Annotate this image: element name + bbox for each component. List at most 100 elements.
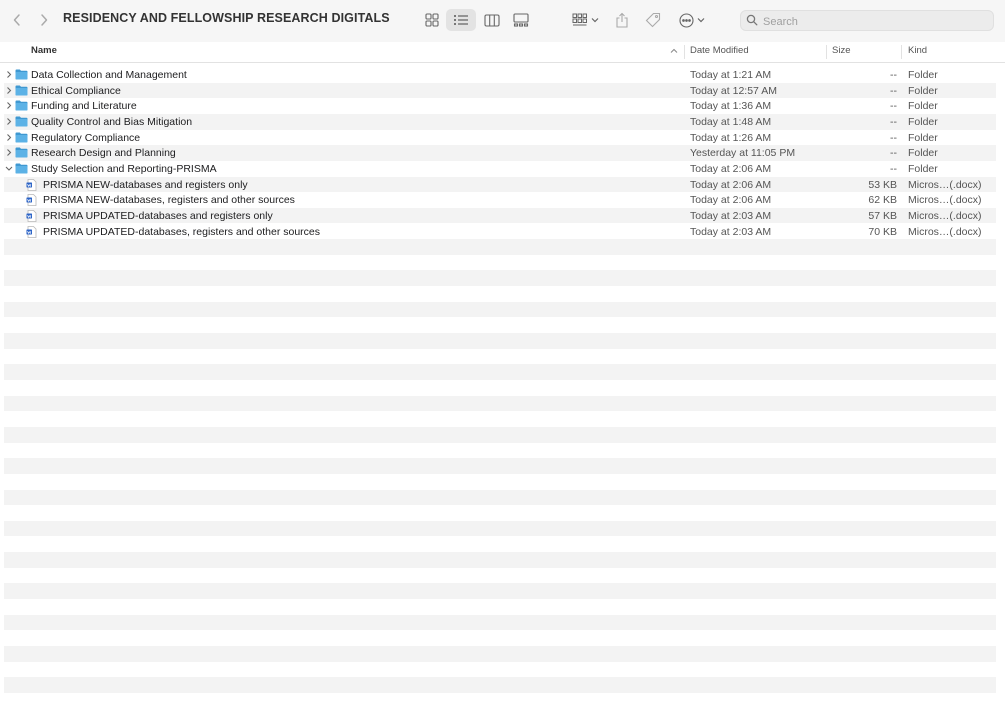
file-name: Ethical Compliance (31, 84, 121, 97)
folder-icon (15, 163, 28, 174)
file-kind: Micros…(.docx) (908, 194, 982, 207)
disclosure-triangle-icon[interactable] (5, 86, 13, 95)
file-size: 62 KB (868, 194, 897, 207)
folder-row[interactable]: Data Collection and Management Today at 1… (4, 67, 996, 83)
grid-icon (425, 13, 439, 27)
columns-icon (484, 13, 500, 27)
word-document-icon (26, 225, 37, 238)
gallery-icon (513, 13, 529, 27)
file-size: -- (890, 84, 897, 97)
forward-button[interactable] (34, 10, 54, 30)
folder-icon (15, 132, 28, 143)
folder-row[interactable]: Funding and Literature Today at 1:36 AM --… (4, 98, 996, 114)
file-kind: Folder (908, 131, 938, 144)
column-separator[interactable] (826, 45, 827, 59)
folder-icon (15, 147, 28, 158)
empty-row-stripe (4, 520, 996, 537)
empty-row-stripe (4, 552, 996, 568)
disclosure-triangle-icon[interactable] (5, 70, 13, 79)
folder-row[interactable]: Quality Control and Bias Mitigation Today… (4, 113, 996, 130)
file-name: PRISMA UPDATED-databases and registers o… (43, 209, 273, 222)
ellipsis-circle-icon (679, 12, 694, 28)
tag-icon (645, 12, 661, 28)
column-header: Name Date Modified Size Kind (0, 42, 1005, 63)
date-modified: Today at 2:06 AM (690, 194, 772, 207)
column-header-kind[interactable]: Kind (908, 45, 927, 56)
folder-row[interactable]: Research Design and Planning Yesterday at… (4, 145, 996, 161)
chevron-down-icon (697, 18, 705, 23)
share-icon (616, 12, 628, 28)
back-button[interactable] (7, 10, 27, 30)
icon-view-button[interactable] (420, 9, 444, 31)
folder-row[interactable]: Ethical Compliance Today at 12:57 AM -- Fol… (4, 82, 996, 99)
file-size: -- (890, 69, 897, 81)
file-kind: Folder (908, 162, 938, 175)
file-kind: Folder (908, 100, 938, 113)
file-size: -- (890, 115, 897, 128)
file-size: 57 KB (868, 209, 897, 222)
action-button[interactable] (676, 9, 708, 31)
search-input[interactable] (761, 12, 990, 31)
toolbar: RESIDENCY AND FELLOWSHIP RESEARCH DIGITA… (0, 0, 1005, 43)
file-row[interactable]: PRISMA NEW-databases and registers only T… (4, 176, 996, 193)
empty-row-stripe (4, 677, 996, 693)
date-modified: Today at 2:06 AM (690, 178, 772, 191)
folder-row[interactable]: Study Selection and Reporting-PRISMA Toda… (4, 161, 996, 177)
folder-icon (15, 116, 28, 127)
empty-row-stripe (4, 301, 996, 318)
file-row[interactable]: PRISMA UPDATED-databases, registers and … (4, 224, 996, 240)
column-view-button[interactable] (480, 9, 504, 31)
list-view-button[interactable] (446, 9, 476, 31)
disclosure-triangle-icon[interactable] (5, 101, 13, 110)
file-name: PRISMA NEW-databases, registers and othe… (43, 194, 295, 207)
date-modified: Today at 2:06 AM (690, 162, 772, 175)
gallery-view-button[interactable] (509, 9, 533, 31)
word-document-icon (26, 178, 37, 191)
file-name: PRISMA UPDATED-databases, registers and … (43, 225, 321, 238)
file-row[interactable]: PRISMA NEW-databases, registers and othe… (4, 192, 996, 208)
empty-row-stripe (4, 614, 996, 631)
column-header-size[interactable]: Size (832, 45, 850, 56)
empty-row-stripe (4, 333, 996, 349)
disclosure-triangle-icon[interactable] (5, 133, 13, 142)
list-icon (454, 15, 468, 25)
chevron-right-icon (41, 14, 48, 26)
empty-row-stripe (4, 395, 996, 412)
chevron-down-icon (591, 18, 598, 23)
disclosure-triangle-icon[interactable] (5, 117, 13, 126)
group-by-button[interactable] (569, 9, 601, 31)
date-modified: Today at 1:21 AM (690, 69, 772, 81)
folder-icon (15, 100, 28, 111)
file-row[interactable]: PRISMA UPDATED-databases and registers o… (4, 207, 996, 224)
column-separator[interactable] (684, 45, 685, 59)
file-name: Regulatory Compliance (31, 131, 141, 144)
file-kind: Folder (908, 147, 938, 160)
folder-row[interactable]: Regulatory Compliance Today at 1:26 AM -- F… (4, 130, 996, 146)
search-field[interactable] (740, 10, 994, 31)
date-modified: Today at 1:48 AM (690, 115, 772, 128)
empty-row-stripe (4, 426, 996, 443)
disclosure-triangle-expanded-icon[interactable] (5, 164, 13, 173)
file-kind: Folder (908, 84, 938, 97)
file-name: Quality Control and Bias Mitigation (31, 115, 193, 128)
column-separator[interactable] (901, 45, 902, 59)
file-size: 70 KB (868, 225, 897, 238)
word-document-icon (26, 194, 37, 207)
file-size: -- (890, 131, 897, 144)
disclosure-triangle-icon[interactable] (5, 148, 13, 157)
column-header-date[interactable]: Date Modified (690, 45, 749, 56)
tag-button[interactable] (642, 9, 664, 31)
group-icon (572, 13, 587, 26)
search-icon (746, 14, 758, 26)
share-button[interactable] (612, 9, 632, 31)
file-size: 53 KB (868, 178, 897, 191)
file-kind: Micros…(.docx) (908, 225, 982, 238)
sort-ascending-icon[interactable] (670, 48, 678, 54)
empty-row-stripe (4, 489, 996, 506)
empty-row-stripe (4, 583, 996, 600)
column-header-name[interactable]: Name (31, 45, 57, 56)
file-size: -- (890, 162, 897, 175)
window-title: RESIDENCY AND FELLOWSHIP RESEARCH DIGITA… (63, 11, 390, 25)
date-modified: Today at 1:36 AM (690, 100, 772, 113)
file-name: Research Design and Planning (31, 147, 176, 160)
